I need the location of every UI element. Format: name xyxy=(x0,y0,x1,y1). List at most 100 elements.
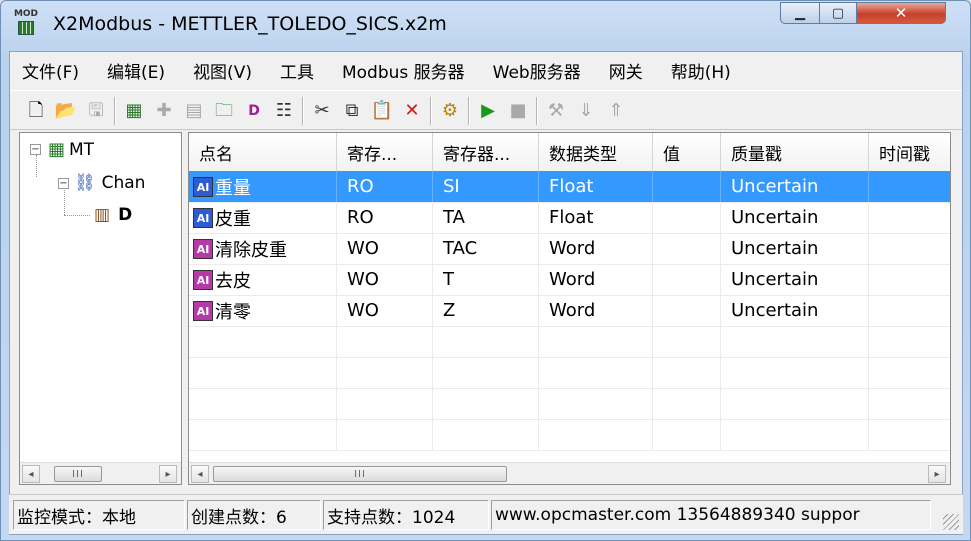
app-icon: MOD xyxy=(13,10,39,38)
grid-line xyxy=(189,419,950,420)
tree-line xyxy=(64,215,90,216)
paste-icon[interactable]: 📋 xyxy=(370,99,394,123)
title-bar[interactable]: MOD X2Modbus - METTLER_TOLEDO_SICS.x2m ▁… xyxy=(1,1,970,47)
table-cell-time xyxy=(869,171,950,202)
scroll-right-icon[interactable]: ▸ xyxy=(928,465,946,483)
menu-item[interactable]: 视图(V) xyxy=(193,58,252,83)
analog-tag-icon: AI xyxy=(193,238,213,259)
device-icon[interactable]: ▦ xyxy=(122,99,146,123)
table-cell-reg-type: RO xyxy=(337,171,433,202)
analog-tag-icon: AI xyxy=(193,176,213,197)
table-cell-value xyxy=(653,171,721,202)
tree-node-root[interactable]: − ▦ MT xyxy=(30,139,94,160)
column-header[interactable]: 寄存... xyxy=(337,133,433,171)
device-icon: ▦ xyxy=(48,139,66,160)
table-cell-value xyxy=(653,295,721,326)
scroll-thumb[interactable]: III xyxy=(54,466,102,482)
data-block-icon[interactable]: D xyxy=(242,99,266,123)
tree-node-channel[interactable]: − ⛓ Chan xyxy=(58,173,145,193)
tag-name: 清零 xyxy=(215,301,251,323)
menu-item[interactable]: 文件(F) xyxy=(22,58,79,83)
scroll-left-icon[interactable]: ◂ xyxy=(22,465,40,483)
scroll-right-icon[interactable]: ▸ xyxy=(159,465,177,483)
analog-tag-icon: AI xyxy=(193,269,213,290)
column-header[interactable]: 值 xyxy=(653,133,721,171)
new-file-icon[interactable]: 🗋 xyxy=(24,99,48,123)
toolbar-separator xyxy=(302,97,304,125)
column-header[interactable]: 点名 xyxy=(189,133,337,171)
table-cell-reg-type: RO xyxy=(337,202,433,233)
menu-item[interactable]: 编辑(E) xyxy=(107,58,165,83)
table-cell-data-type: Float xyxy=(539,171,653,202)
tree-panel[interactable]: − ▦ MT − ⛓ Chan ▥ D ◂ III ▸ xyxy=(19,132,182,485)
column-header[interactable]: 时间戳 xyxy=(869,133,950,171)
tag-list[interactable]: 点名 寄存... 寄存器... 数据类型值质量戳 时间戳 AI 重量 RO SI Float Un… xyxy=(188,132,951,485)
grid-line xyxy=(189,326,950,327)
scroll-thumb[interactable]: III xyxy=(213,466,507,482)
tools-icon[interactable]: ⚒ xyxy=(544,99,568,123)
cut-icon[interactable]: ✂ xyxy=(310,99,334,123)
table-row[interactable]: AI 皮重 RO TA Float Uncertain xyxy=(189,202,950,233)
scroll-left-icon[interactable]: ◂ xyxy=(191,465,209,483)
grid-line xyxy=(189,357,950,358)
grid-line xyxy=(189,388,950,389)
copy-icon[interactable]: ⧉ xyxy=(340,99,364,123)
menu-item[interactable]: 网关 xyxy=(609,58,643,83)
add-folder-icon[interactable]: 🗀 xyxy=(212,99,236,123)
table-cell-data-type: Word xyxy=(539,264,653,295)
status-created: 创建点数：6 xyxy=(187,500,321,530)
collapse-icon[interactable]: − xyxy=(30,144,41,155)
tree-node-label: Chan xyxy=(101,173,146,193)
tag-list-icon[interactable]: ▤ xyxy=(182,99,206,123)
table-row[interactable]: AI 重量 RO SI Float Uncertain xyxy=(189,171,950,202)
table-cell-reg-type: WO xyxy=(337,264,433,295)
table-cell-register: TAC xyxy=(433,233,539,264)
column-header[interactable]: 数据类型 xyxy=(539,133,653,171)
table-cell-value xyxy=(653,233,721,264)
tree-node-label: MT xyxy=(69,139,95,160)
delete-icon[interactable]: ✕ xyxy=(400,99,424,123)
column-header[interactable]: 寄存器... xyxy=(433,133,539,171)
save-icon[interactable]: 🖫 xyxy=(84,99,108,123)
maximize-icon: ▢ xyxy=(831,5,845,21)
resize-grip[interactable] xyxy=(943,514,959,530)
tree-hscrollbar[interactable]: ◂ III ▸ xyxy=(20,462,181,484)
table-cell-quality: Uncertain xyxy=(721,233,869,264)
properties-icon[interactable]: ☷ xyxy=(272,99,296,123)
upload-icon[interactable]: ⇑ xyxy=(604,99,628,123)
table-row[interactable]: AI 清零 WO Z Word Uncertain xyxy=(189,295,950,326)
table-cell-quality: Uncertain xyxy=(721,295,869,326)
table-cell-value xyxy=(653,264,721,295)
menu-bar: 文件(F) 编辑(E) 视图(V) 工具 Modbus 服务器 Web服务器 网关 帮助(H) xyxy=(10,52,962,88)
data-block-icon: ▥ xyxy=(94,205,111,225)
tree-node-device[interactable]: ▥ D xyxy=(94,205,132,225)
open-folder-icon[interactable]: 📂 xyxy=(54,99,78,123)
stop-icon[interactable]: ■ xyxy=(506,99,530,123)
menu-item[interactable]: Web服务器 xyxy=(493,58,581,83)
table-row[interactable]: AI 清除皮重 WO TAC Word Uncertain xyxy=(189,233,950,264)
load-icon[interactable]: ⇓ xyxy=(574,99,598,123)
add-tag-icon[interactable]: ✚ xyxy=(152,99,176,123)
close-button[interactable]: ✕ xyxy=(856,2,946,24)
monitor-icon[interactable]: ⚙ xyxy=(438,99,462,123)
list-hscrollbar[interactable]: ◂ III ▸ xyxy=(189,462,950,484)
collapse-icon[interactable]: − xyxy=(58,177,69,189)
status-supported: 支持点数：1024 xyxy=(323,500,489,530)
maximize-button[interactable]: ▢ xyxy=(819,2,857,24)
menu-item[interactable]: 帮助(H) xyxy=(671,58,731,83)
column-header[interactable]: 质量戳 xyxy=(721,133,869,171)
minimize-button[interactable]: ▁ xyxy=(780,2,820,24)
table-cell-data-type: Word xyxy=(539,233,653,264)
window-title: X2Modbus - METTLER_TOLEDO_SICS.x2m xyxy=(53,13,447,35)
list-header: 点名 寄存... 寄存器... 数据类型值质量戳 时间戳 xyxy=(189,133,950,171)
tag-name: 清除皮重 xyxy=(215,239,287,261)
close-icon: ✕ xyxy=(894,4,908,22)
table-row[interactable]: AI 去皮 WO T Word Uncertain xyxy=(189,264,950,295)
run-icon[interactable]: ▶ xyxy=(476,99,500,123)
menu-item[interactable]: 工具 xyxy=(280,58,314,83)
table-cell-register: T xyxy=(433,264,539,295)
client-area: 文件(F) 编辑(E) 视图(V) 工具 Modbus 服务器 Web服务器 网关 帮助(H)… xyxy=(9,51,963,535)
toolbar-separator xyxy=(430,97,432,125)
minimize-icon: ▁ xyxy=(795,5,805,21)
menu-item[interactable]: Modbus 服务器 xyxy=(342,58,465,83)
